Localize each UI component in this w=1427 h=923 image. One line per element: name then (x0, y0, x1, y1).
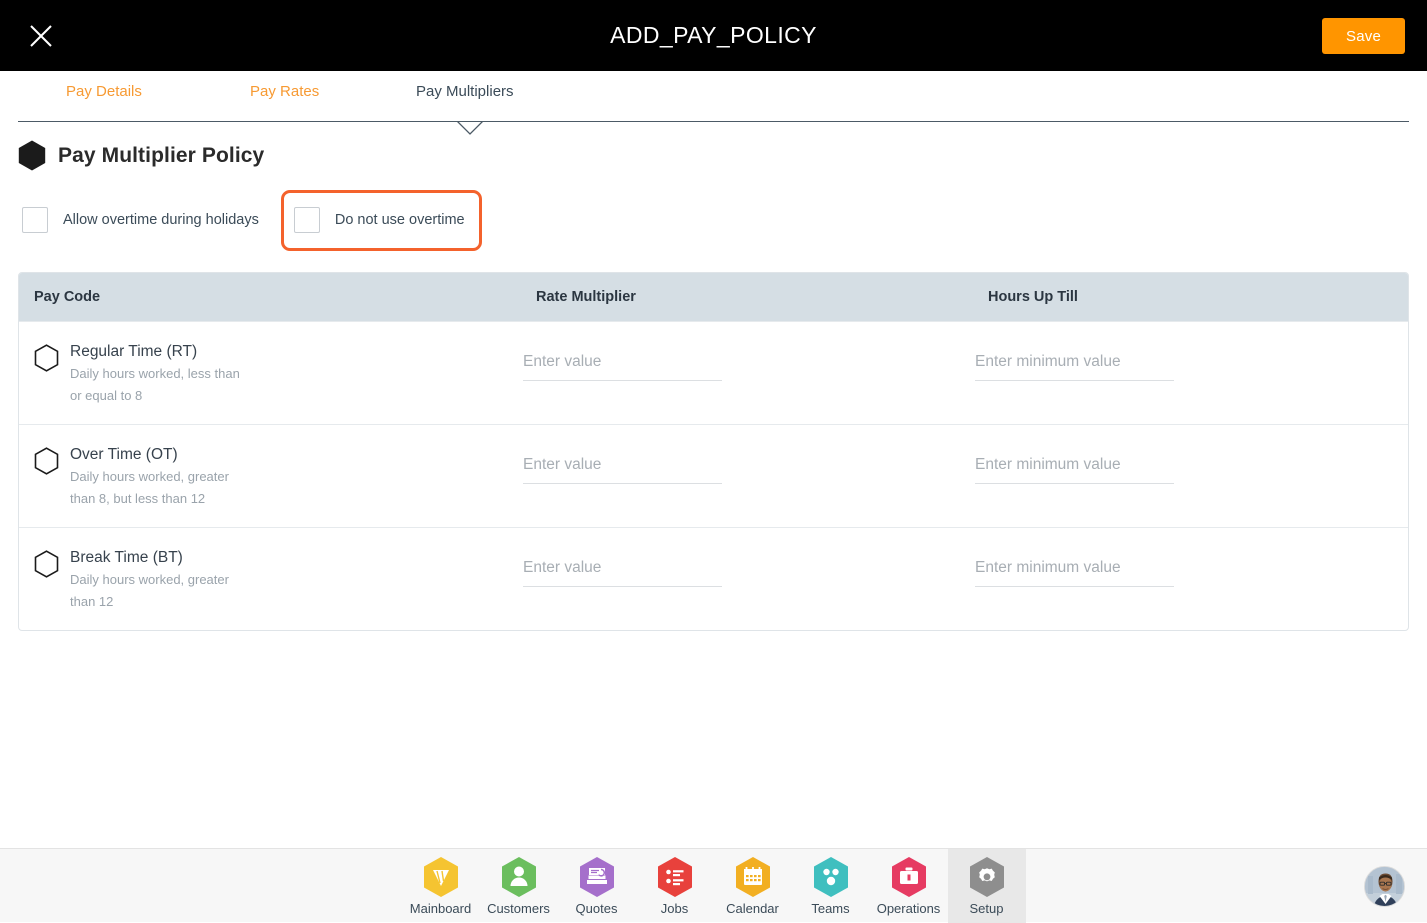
rate-multiplier-input[interactable] (523, 559, 722, 587)
calendar-icon (734, 856, 772, 898)
cell-hours-up-till (973, 528, 1408, 630)
cell-rate-multiplier (521, 322, 973, 424)
active-tab-chevron-icon (455, 121, 485, 135)
checkbox-group-do-not-use-overtime[interactable]: Do not use overtime (280, 189, 482, 251)
user-avatar[interactable] (1364, 866, 1405, 907)
bottom-navigation-bar: Mainboard Customers Quotes Jobs Calendar… (0, 848, 1427, 923)
hexagon-outline-icon (34, 548, 59, 614)
jobs-icon (656, 856, 694, 898)
hours-up-till-input[interactable] (975, 559, 1174, 587)
tab-pay-rates[interactable]: Pay Rates (250, 83, 319, 100)
checkbox-group-allow-overtime-holidays[interactable]: Allow overtime during holidays (18, 190, 263, 250)
column-header-hours-up-till: Hours Up Till (988, 289, 1078, 305)
pay-code-description: Daily hours worked, less than or equal t… (70, 366, 240, 404)
checkbox-do-not-use-overtime[interactable] (293, 207, 320, 233)
mainboard-icon (422, 856, 460, 898)
operations-icon (890, 856, 928, 898)
cell-rate-multiplier (521, 528, 973, 630)
hexagon-outline-icon (34, 445, 59, 511)
cell-hours-up-till (973, 322, 1408, 424)
cell-pay-code: Over Time (OT) Daily hours worked, great… (19, 425, 521, 527)
close-icon (28, 23, 54, 49)
hours-up-till-input[interactable] (975, 353, 1174, 381)
cell-hours-up-till (973, 425, 1408, 527)
table-header-row: Pay Code Rate Multiplier Hours Up Till (19, 273, 1408, 321)
nav-label-calendar: Calendar (726, 901, 779, 916)
tab-pay-details[interactable]: Pay Details (66, 83, 142, 100)
nav-label-quotes: Quotes (575, 901, 618, 916)
pay-code-name: Over Time (OT) (70, 446, 178, 463)
section-heading: Pay Multiplier Policy (18, 140, 264, 171)
nav-label-customers: Customers (487, 901, 550, 916)
checkbox-allow-overtime-during-holidays[interactable] (22, 207, 48, 233)
checkbox-label-do-not-use-overtime: Do not use overtime (334, 212, 465, 228)
nav-item-operations[interactable]: Operations (870, 849, 948, 923)
table-row: Over Time (OT) Daily hours worked, great… (19, 424, 1408, 527)
save-button[interactable]: Save (1322, 18, 1405, 54)
close-button[interactable] (24, 19, 57, 52)
table-row: Regular Time (RT) Daily hours worked, le… (19, 321, 1408, 424)
tab-underline (18, 121, 1409, 122)
cell-rate-multiplier (521, 425, 973, 527)
nav-item-teams[interactable]: Teams (792, 849, 870, 923)
nav-item-customers[interactable]: Customers (480, 849, 558, 923)
quotes-icon (578, 856, 616, 898)
gear-icon (968, 856, 1006, 898)
cell-pay-code: Break Time (BT) Daily hours worked, grea… (19, 528, 521, 630)
teams-icon (812, 856, 850, 898)
checkbox-label-allow-overtime-during-holidays: Allow overtime during holidays (63, 212, 259, 228)
nav-label-jobs: Jobs (660, 901, 689, 916)
nav-label-teams: Teams (811, 901, 850, 916)
section-title: Pay Multiplier Policy (58, 143, 265, 167)
nav-item-jobs[interactable]: Jobs (636, 849, 714, 923)
pay-code-description: Daily hours worked, greater than 12 (70, 572, 229, 610)
tab-pay-multipliers[interactable]: Pay Multipliers (416, 83, 514, 100)
rate-multiplier-input[interactable] (523, 456, 722, 484)
overtime-options-row: Allow overtime during holidays Do not us… (18, 189, 482, 251)
top-bar: ADD_PAY_POLICY Save (0, 0, 1427, 71)
hours-up-till-input[interactable] (975, 456, 1174, 484)
page-title: ADD_PAY_POLICY (610, 22, 817, 48)
table-row: Break Time (BT) Daily hours worked, grea… (19, 527, 1408, 630)
nav-label-setup: Setup (969, 901, 1004, 916)
nav-label-operations: Operations (876, 901, 941, 916)
rate-multiplier-input[interactable] (523, 353, 722, 381)
column-header-rate-multiplier: Rate Multiplier (536, 289, 636, 305)
nav-label-mainboard: Mainboard (409, 901, 472, 916)
hexagon-filled-icon (18, 140, 46, 171)
nav-item-setup[interactable]: Setup (947, 849, 1026, 923)
hexagon-outline-icon (34, 342, 59, 408)
nav-item-mainboard[interactable]: Mainboard (402, 849, 480, 923)
tab-bar: Pay Details Pay Rates Pay Multipliers (0, 71, 1427, 135)
pay-multiplier-table: Pay Code Rate Multiplier Hours Up Till R… (18, 272, 1409, 631)
column-header-pay-code: Pay Code (34, 289, 101, 305)
customers-icon (500, 856, 538, 898)
nav-item-quotes[interactable]: Quotes (558, 849, 636, 923)
pay-code-name: Break Time (BT) (70, 549, 183, 566)
cell-pay-code: Regular Time (RT) Daily hours worked, le… (19, 322, 521, 424)
pay-code-description: Daily hours worked, greater than 8, but … (70, 469, 229, 507)
pay-code-name: Regular Time (RT) (70, 343, 198, 360)
nav-item-calendar[interactable]: Calendar (714, 849, 792, 923)
